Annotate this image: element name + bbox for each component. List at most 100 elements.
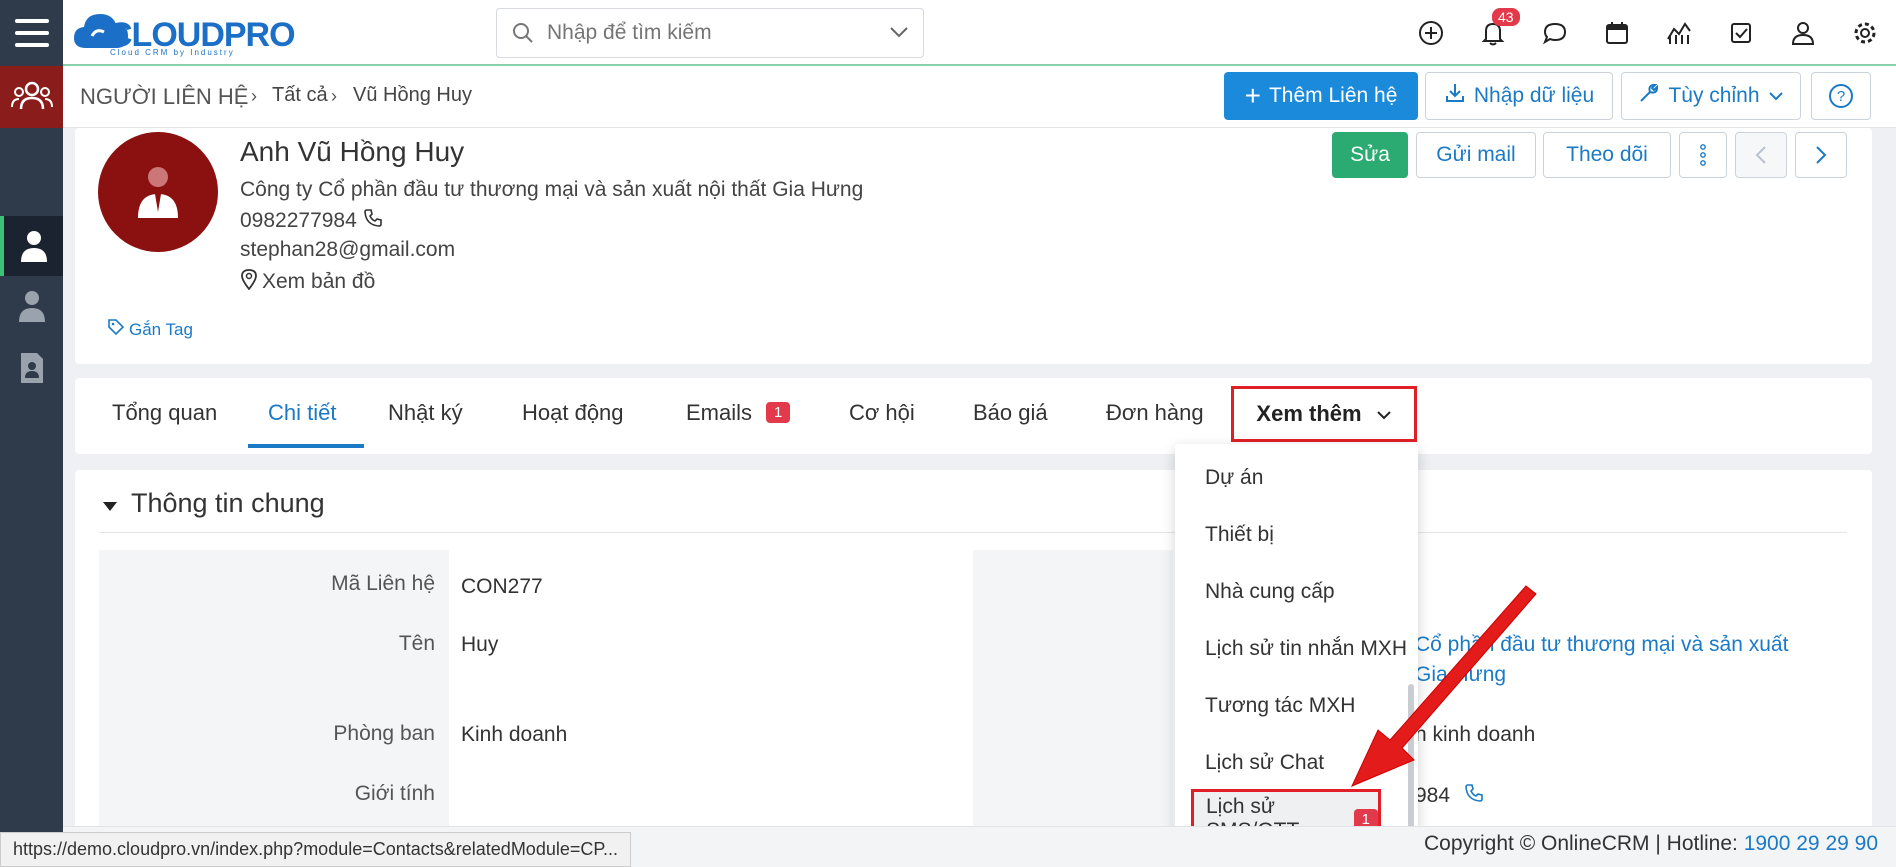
general-info-section: Thông tin chung Mã Liên hệ Tên Phòng ban… [75,470,1872,867]
user-icon[interactable] [1772,0,1834,66]
chevron-down-icon [1376,401,1392,427]
search-input[interactable] [547,19,867,47]
field-label-gender: Giới tính [354,782,435,805]
tab-emails[interactable]: Emails 1 [686,400,791,426]
field-value-role[interactable]: n kinh doanh [1415,723,1535,747]
menu-icon[interactable] [0,0,63,66]
field-value-company-line2[interactable]: Gia Hưng [1415,660,1506,690]
previous-record-icon[interactable] [1735,132,1787,178]
contact-email[interactable]: stephan28@gmail.com [240,238,455,262]
breadcrumb-module[interactable]: NGƯỜI LIÊN HỆ [80,84,248,110]
menu-item-supplier[interactable]: Nhà cung cấp [1205,580,1335,604]
checkbox-icon[interactable] [1710,0,1772,66]
top-bar: CLOUDPRO Cloud CRM by Industry 43 [0,0,1896,66]
dashboard-icon[interactable] [0,128,63,150]
menu-item-social-messages[interactable]: Lịch sử tin nhắn MXH [1205,637,1407,661]
tab-detail[interactable]: Chi tiết [268,400,336,426]
notification-badge: 43 [1492,8,1520,26]
label-column: Mã Liên hệ Tên Phòng ban Giới tính [99,550,449,867]
field-value-phone-row: 984 [1415,783,1484,809]
chat-icon[interactable] [1524,0,1586,66]
contacts-group-icon[interactable] [0,66,63,128]
chevron-right-icon: › [331,86,337,106]
contact-phone[interactable]: 0982277984 [240,209,357,233]
tab-log[interactable]: Nhật ký [388,400,463,426]
profile-card: Anh Vũ Hồng Huy Công ty Cổ phần đầu tư t… [75,128,1872,364]
tab-opportunity[interactable]: Cơ hội [849,400,915,426]
logo[interactable]: CLOUDPRO Cloud CRM by Industry [72,6,302,58]
download-icon [1444,82,1466,110]
breadcrumb: NGƯỜI LIÊN HỆ › Tất cả › Vũ Hồng Huy + T… [63,66,1896,128]
follow-button[interactable]: Theo dõi [1543,132,1671,178]
tab-activity[interactable]: Hoạt động [522,400,624,426]
customize-button[interactable]: Tùy chỉnh [1621,72,1801,120]
field-value-company-line1[interactable]: Cổ phần đầu tư thương mại và sản xuất [1415,630,1788,660]
contact-phone-row: 0982277984 [240,208,383,234]
section-divider [99,532,1847,533]
logo-subtitle: Cloud CRM by Industry [110,48,235,57]
breadcrumb-all[interactable]: Tất cả [272,84,328,107]
field-label-department: Phòng ban [333,722,435,745]
add-tag-link[interactable]: Gắn Tag [107,318,193,341]
plus-circle-icon[interactable] [1400,0,1462,66]
phone-icon[interactable] [1464,783,1484,809]
emails-count-badge: 1 [766,402,791,423]
help-icon: ? [1829,84,1853,108]
search-box[interactable] [496,8,924,58]
send-mail-button[interactable]: Gửi mail [1416,132,1536,178]
label-column-right [973,550,1173,867]
next-record-icon[interactable] [1795,132,1847,178]
field-value-department[interactable]: Kinh doanh [461,723,567,747]
plus-icon: + [1244,80,1261,111]
tag-icon [107,318,125,341]
status-url: https://demo.cloudpro.vn/index.php?modul… [0,832,632,867]
tab-bar: Tổng quan Chi tiết Nhật ký Hoạt động Ema… [75,378,1872,454]
tab-order[interactable]: Đơn hàng [1106,400,1204,426]
document-person-icon[interactable] [0,338,63,398]
field-label-name: Tên [398,632,435,655]
caret-down-icon [103,488,117,519]
menu-item-chat-history[interactable]: Lịch sử Chat [1205,751,1324,775]
import-button[interactable]: Nhập dữ liệu [1425,72,1613,120]
bell-icon[interactable]: 43 [1462,0,1524,66]
contact-company: Công ty Cổ phần đầu tư thương mại và sản… [240,178,864,201]
dropdown-scrollbar[interactable] [1408,684,1414,834]
tab-more-dropdown[interactable]: Xem thêm [1231,386,1417,442]
tab-overview[interactable]: Tổng quan [112,400,217,426]
field-value-code: CON277 [461,575,543,598]
menu-item-device[interactable]: Thiết bị [1205,523,1274,547]
search-icon [511,21,535,50]
active-tab-indicator [248,444,364,448]
add-contact-button[interactable]: + Thêm Liên hệ [1224,72,1418,120]
menu-item-social-interaction[interactable]: Tương tác MXH [1205,694,1355,718]
map-pin-icon [240,268,258,296]
chevron-down-icon[interactable] [889,25,909,44]
breadcrumb-current: Vũ Hồng Huy [353,84,472,106]
chevron-down-icon [1768,84,1784,108]
hotline[interactable]: 1900 29 29 90 [1744,832,1878,855]
edit-button[interactable]: Sửa [1332,132,1408,178]
section-header[interactable]: Thông tin chung [103,488,325,519]
chevron-right-icon: › [251,86,257,106]
field-value-phone[interactable]: 984 [1415,784,1450,808]
help-button[interactable]: ? [1811,72,1871,120]
contact-person-icon[interactable] [0,216,63,276]
contact-name: Anh Vũ Hồng Huy [240,136,465,167]
gear-icon[interactable] [1834,0,1896,66]
menu-item-project[interactable]: Dự án [1205,466,1263,490]
field-value-name[interactable]: Huy [461,633,498,657]
chart-icon[interactable] [1648,0,1710,66]
copyright: Copyright © OnlineCRM | Hotline: 1900 29… [1423,832,1878,855]
wrench-icon [1638,82,1660,110]
left-sidebar [0,66,63,867]
more-tabs-menu: Dự án Thiết bị Nhà cung cấp Lịch sử tin … [1175,444,1418,856]
calendar-icon[interactable] [1586,0,1648,66]
more-options-icon[interactable] [1679,132,1727,178]
tab-quote[interactable]: Báo giá [973,400,1048,426]
section-title: Thông tin chung [131,488,325,518]
view-map-link[interactable]: Xem bản đồ [240,268,375,296]
avatar [98,132,218,252]
phone-icon[interactable] [363,208,383,234]
field-label-code: Mã Liên hệ [331,572,435,595]
person-icon[interactable] [0,276,63,336]
